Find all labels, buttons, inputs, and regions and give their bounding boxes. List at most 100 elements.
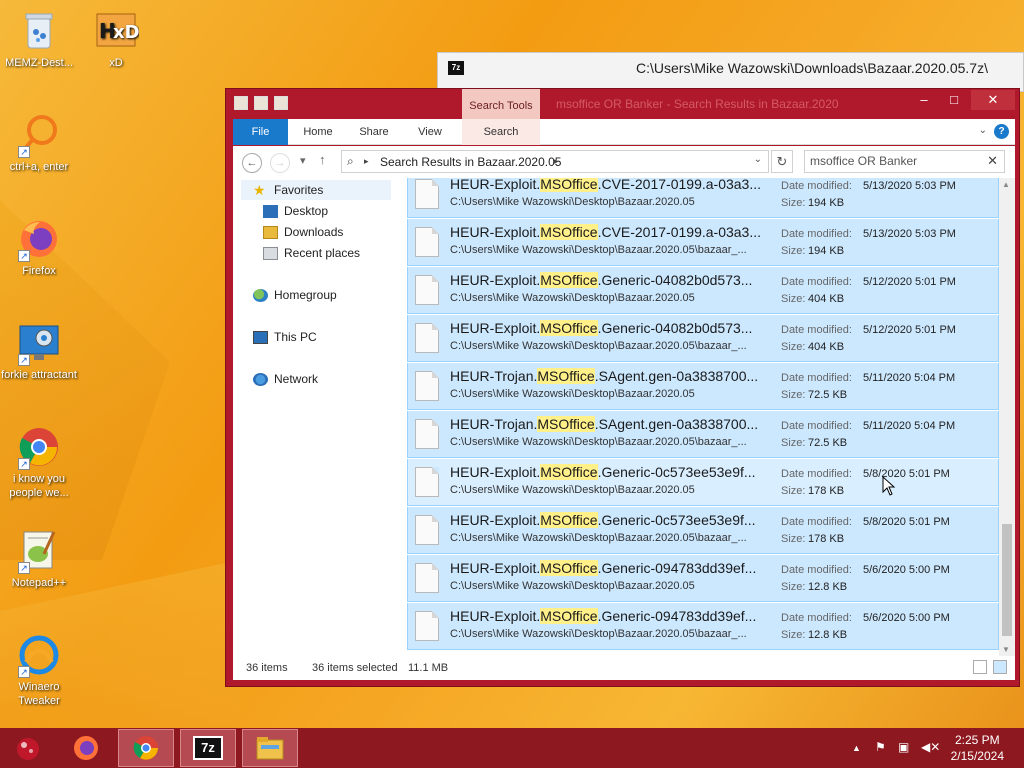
large-icons-view-icon[interactable] [993,660,1007,674]
notepadplusplus-icon: ↗ [16,528,62,574]
desktop-icon-xd[interactable]: HxD xD [78,8,154,70]
window-title: msoffice OR Banker - Search Results in B… [556,97,839,111]
desktop-icon-firefox[interactable]: ↗ Firefox [1,216,77,278]
date-modified-label: Date modified: [781,468,852,480]
file-icon [415,419,439,449]
help-icon[interactable]: ? [994,124,1009,139]
file-row[interactable]: HEUR-Trojan.MSOffice.SAgent.gen-0a383870… [407,363,999,410]
tab-view[interactable]: View [407,119,453,145]
file-row[interactable]: HEUR-Exploit.MSOffice.Generic-04082b0d57… [407,315,999,362]
close-button[interactable]: ✕ [971,90,1015,110]
properties-icon[interactable] [254,96,268,110]
nav-recent-places[interactable]: Recent places [263,243,360,263]
start-button[interactable] [0,729,56,767]
nav-downloads[interactable]: Downloads [263,222,343,242]
nav-network[interactable]: Network [253,369,318,389]
network-tray-icon[interactable]: ▣ [898,740,909,754]
date-modified-label: Date modified: [781,612,852,624]
breadcrumb[interactable]: Search Results in Bazaar.2020.05 [380,155,561,169]
nav-homegroup[interactable]: Homegroup [253,285,337,305]
date-modified-label: Date modified: [781,276,852,288]
ribbon-expand-icon[interactable]: ⌄ [979,125,987,136]
title-bar[interactable]: Search Tools msoffice OR Banker - Search… [226,89,1019,119]
action-center-flag-icon[interactable]: ⚑ [875,740,886,754]
explorer-window[interactable]: Search Tools msoffice OR Banker - Search… [225,88,1020,687]
shortcut-arrow-icon: ↗ [18,146,30,158]
tab-share[interactable]: Share [351,119,397,145]
nav-desktop[interactable]: Desktop [263,201,328,221]
show-hidden-icons[interactable]: ▲ [852,743,861,753]
nav-favorites[interactable]: ★ Favorites [241,180,391,200]
scrollbar-thumb[interactable] [1002,524,1012,636]
search-highlight: MSOffice [540,178,598,192]
desktop-icon-winaero[interactable]: ↗ Winaero Tweaker [1,632,77,708]
chrome-icon: ↗ [16,424,62,470]
status-bar: 36 items 36 items selected 11.1 MB [233,656,1015,680]
breadcrumb-chevron-icon[interactable]: ▸ [364,156,369,167]
desktop-icon-ctrl-a-enter[interactable]: ↗ ctrl+a, enter [1,112,77,174]
vertical-scrollbar[interactable]: ▲ ▼ [999,178,1015,656]
clear-search-icon[interactable]: ✕ [987,153,998,169]
desktop-icon-chrome[interactable]: ↗ i know you people we... [1,424,77,500]
desktop-icon-recycle-bin[interactable]: MEMZ-Dest... [1,8,77,70]
file-row[interactable]: HEUR-Exploit.MSOffice.Generic-094783dd39… [407,603,999,650]
file-icon [415,563,439,593]
clock[interactable]: 2:25 PM 2/15/2024 [951,732,1004,764]
size-label: Size: [781,485,806,497]
file-row[interactable]: HEUR-Exploit.MSOffice.Generic-0c573ee53e… [407,507,999,554]
desktop-icon-label: Winaero Tweaker [18,681,60,707]
shortcut-arrow-icon: ↗ [18,458,30,470]
taskbar-firefox[interactable] [58,729,114,767]
details-view-icon[interactable] [973,660,987,674]
new-folder-icon[interactable] [274,96,288,110]
volume-muted-icon[interactable]: ◀✕ [921,740,940,754]
nav-this-pc[interactable]: This PC [253,327,317,347]
search-box[interactable]: ✕ [804,150,1005,173]
file-row[interactable]: HEUR-Exploit.MSOffice.CVE-2017-0199.a-03… [407,219,999,266]
item-count: 36 items [246,662,288,674]
file-path: C:\Users\Mike Wazowski\Desktop\Bazaar.20… [450,196,695,208]
back-button[interactable]: ← [242,153,262,173]
file-icon [415,179,439,209]
scroll-up-icon[interactable]: ▲ [1002,180,1010,189]
shortcut-arrow-icon: ↗ [18,666,30,678]
file-name: HEUR-Trojan.MSOffice.SAgent.gen-0a383870… [450,416,759,432]
file-path: C:\Users\Mike Wazowski\Desktop\Bazaar.20… [450,580,695,592]
scroll-down-icon[interactable]: ▼ [1002,645,1010,654]
maximize-button[interactable]: □ [939,90,969,110]
file-row[interactable]: HEUR-Exploit.MSOffice.Generic-094783dd39… [407,555,999,602]
search-tools-context-tab: Search Tools [462,89,540,119]
file-row[interactable]: HEUR-Trojan.MSOffice.SAgent.gen-0a383870… [407,411,999,458]
file-path: C:\Users\Mike Wazowski\Desktop\Bazaar.20… [450,532,747,544]
recent-locations-dropdown[interactable]: ▾ [300,154,306,167]
sevenzip-window[interactable]: 7z C:\Users\Mike Wazowski\Downloads\Baza… [437,52,1024,92]
address-dropdown-icon[interactable]: ⌄ [754,154,762,165]
up-button[interactable]: ↑ [319,152,326,167]
taskbar: 7z ▲ ⚑ ▣ ◀✕ 2:25 PM 2/15/2024 [0,728,1024,768]
search-tool-icon[interactable] [234,96,248,110]
taskbar-7zip[interactable]: 7z [180,729,236,767]
minimize-button[interactable]: – [909,90,939,110]
date-modified-value: 5/6/2020 5:00 PM [863,612,950,624]
desktop-icon-label: Notepad++ [11,577,67,589]
file-row[interactable]: HEUR-Exploit.MSOffice.Generic-04082b0d57… [407,267,999,314]
file-row[interactable]: HEUR-Exploit.MSOffice.CVE-2017-0199.a-03… [407,178,999,218]
tab-home[interactable]: Home [295,119,341,145]
refresh-button[interactable]: ↻ [771,150,793,173]
desktop-icon-notepad[interactable]: ↗ Notepad++ [1,528,77,590]
network-icon [253,372,268,386]
file-row[interactable]: HEUR-Exploit.MSOffice.Generic-0c573ee53e… [407,459,999,506]
size-value: 404 KB [808,341,845,353]
forward-button[interactable]: → [270,153,290,173]
taskbar-chrome[interactable] [118,729,174,767]
date-modified-label: Date modified: [781,564,852,576]
search-input[interactable] [810,154,980,168]
tab-search[interactable]: Search [462,119,540,145]
address-bar[interactable]: ⌕ ▸ Search Results in Bazaar.2020.05 ▸ ⌄ [341,150,769,173]
tab-file[interactable]: File [233,119,288,145]
breadcrumb-chevron-icon[interactable]: ▸ [554,156,559,167]
taskbar-file-explorer[interactable] [242,729,298,767]
desktop-icon-forkie[interactable]: ↗ forkie attractant [1,320,77,382]
date-modified-value: 5/13/2020 5:03 PM [863,228,956,240]
selected-size: 11.1 MB [408,662,449,674]
